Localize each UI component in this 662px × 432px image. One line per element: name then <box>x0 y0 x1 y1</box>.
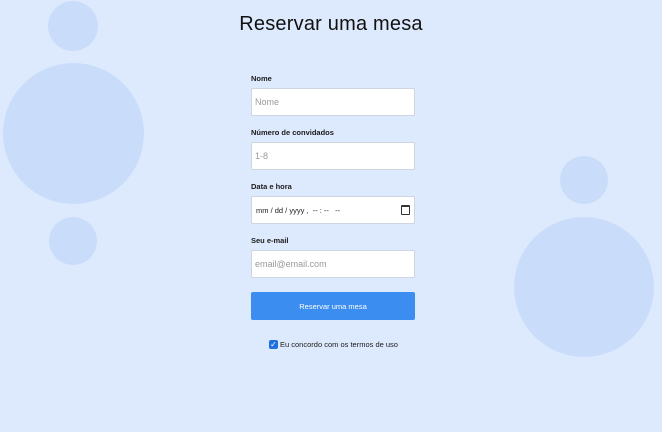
decorative-circle <box>49 217 97 265</box>
guests-field-group: Número de convidados <box>251 128 415 182</box>
reservation-form: Nome Número de convidados Data e hora mm… <box>251 74 415 290</box>
decorative-circle <box>3 63 144 204</box>
terms-checkbox[interactable]: ✓ <box>269 339 278 349</box>
email-field-group: Seu e-mail <box>251 236 415 290</box>
name-input[interactable] <box>251 88 415 116</box>
decorative-circle <box>514 217 654 357</box>
terms-agreement[interactable]: ✓ Eu concordo com os termos de uso <box>269 338 398 350</box>
email-label: Seu e-mail <box>251 236 289 245</box>
calendar-icon[interactable] <box>401 205 410 215</box>
page-title: Reservar uma mesa <box>239 13 423 35</box>
datetime-field-group: Data e hora mm / dd / yyyy , -- : -- -- <box>251 182 415 236</box>
terms-label: Eu concordo com os termos de uso <box>280 339 398 349</box>
name-label: Nome <box>251 74 272 83</box>
datetime-label: Data e hora <box>251 182 292 191</box>
datetime-placeholder: mm / dd / yyyy , -- : -- -- <box>256 205 341 215</box>
guests-input[interactable] <box>251 142 415 170</box>
datetime-input[interactable]: mm / dd / yyyy , -- : -- -- <box>251 196 415 224</box>
guests-label: Número de convidados <box>251 128 334 137</box>
submit-button[interactable]: Reservar uma mesa <box>251 292 415 320</box>
email-input[interactable] <box>251 250 415 278</box>
decorative-circle <box>560 156 608 204</box>
name-field-group: Nome <box>251 74 415 128</box>
